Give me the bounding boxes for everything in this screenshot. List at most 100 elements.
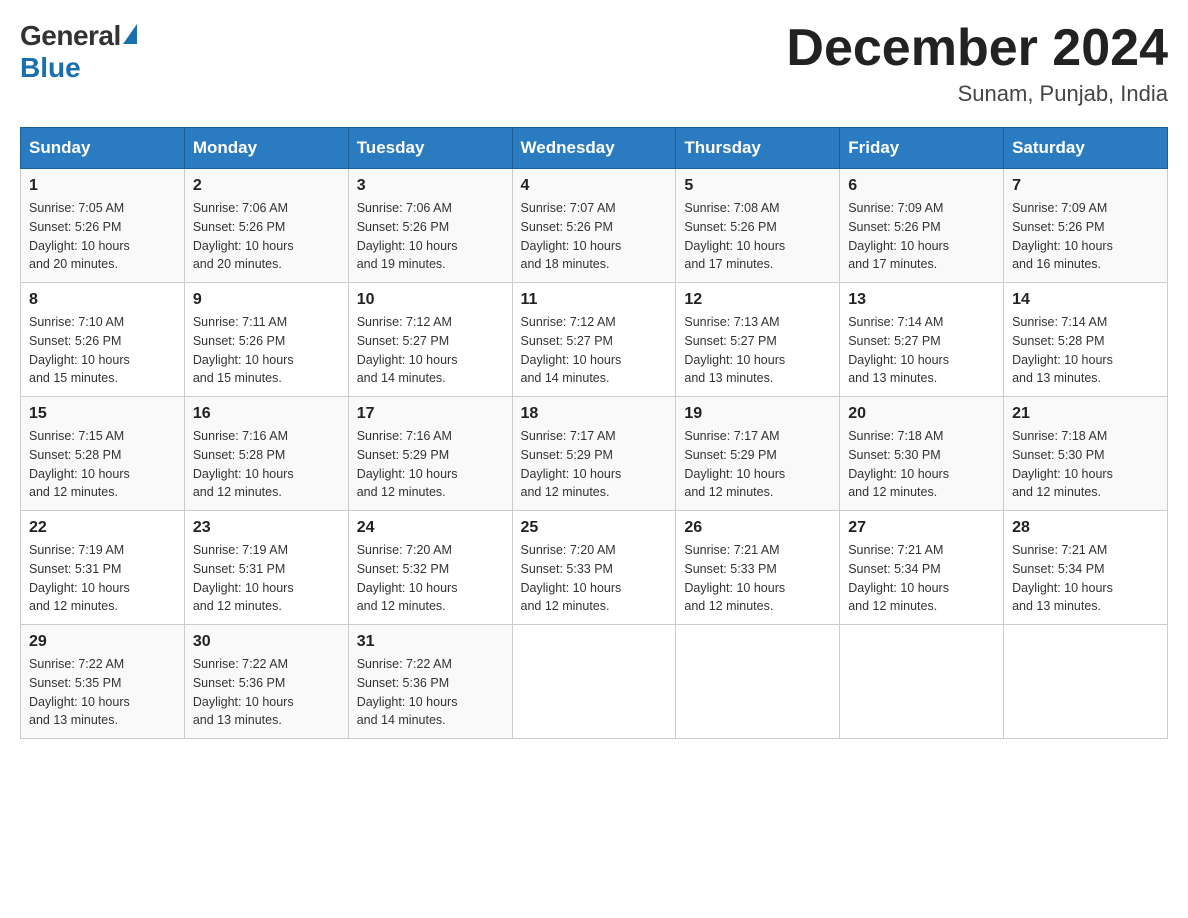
- day-info: Sunrise: 7:20 AM Sunset: 5:33 PM Dayligh…: [521, 541, 668, 616]
- title-block: December 2024 Sunam, Punjab, India: [786, 20, 1168, 107]
- day-number: 26: [684, 519, 831, 537]
- col-monday: Monday: [184, 128, 348, 169]
- table-row: [676, 625, 840, 739]
- day-info: Sunrise: 7:21 AM Sunset: 5:34 PM Dayligh…: [1012, 541, 1159, 616]
- day-info: Sunrise: 7:18 AM Sunset: 5:30 PM Dayligh…: [1012, 427, 1159, 502]
- month-title: December 2024: [786, 20, 1168, 77]
- day-number: 6: [848, 177, 995, 195]
- day-number: 20: [848, 405, 995, 423]
- day-number: 3: [357, 177, 504, 195]
- day-info: Sunrise: 7:19 AM Sunset: 5:31 PM Dayligh…: [29, 541, 176, 616]
- table-row: 30 Sunrise: 7:22 AM Sunset: 5:36 PM Dayl…: [184, 625, 348, 739]
- table-row: 29 Sunrise: 7:22 AM Sunset: 5:35 PM Dayl…: [21, 625, 185, 739]
- table-row: 8 Sunrise: 7:10 AM Sunset: 5:26 PM Dayli…: [21, 283, 185, 397]
- day-info: Sunrise: 7:18 AM Sunset: 5:30 PM Dayligh…: [848, 427, 995, 502]
- calendar-body: 1 Sunrise: 7:05 AM Sunset: 5:26 PM Dayli…: [21, 169, 1168, 739]
- day-number: 5: [684, 177, 831, 195]
- day-number: 15: [29, 405, 176, 423]
- table-row: 31 Sunrise: 7:22 AM Sunset: 5:36 PM Dayl…: [348, 625, 512, 739]
- col-sunday: Sunday: [21, 128, 185, 169]
- table-row: 25 Sunrise: 7:20 AM Sunset: 5:33 PM Dayl…: [512, 511, 676, 625]
- table-row: 28 Sunrise: 7:21 AM Sunset: 5:34 PM Dayl…: [1004, 511, 1168, 625]
- logo-blue-text: Blue: [20, 52, 81, 84]
- table-row: 3 Sunrise: 7:06 AM Sunset: 5:26 PM Dayli…: [348, 169, 512, 283]
- day-number: 10: [357, 291, 504, 309]
- day-number: 24: [357, 519, 504, 537]
- day-info: Sunrise: 7:16 AM Sunset: 5:28 PM Dayligh…: [193, 427, 340, 502]
- day-info: Sunrise: 7:20 AM Sunset: 5:32 PM Dayligh…: [357, 541, 504, 616]
- table-row: 2 Sunrise: 7:06 AM Sunset: 5:26 PM Dayli…: [184, 169, 348, 283]
- day-info: Sunrise: 7:22 AM Sunset: 5:36 PM Dayligh…: [193, 655, 340, 730]
- calendar-table: Sunday Monday Tuesday Wednesday Thursday…: [20, 127, 1168, 739]
- day-info: Sunrise: 7:12 AM Sunset: 5:27 PM Dayligh…: [521, 313, 668, 388]
- table-row: 5 Sunrise: 7:08 AM Sunset: 5:26 PM Dayli…: [676, 169, 840, 283]
- day-number: 18: [521, 405, 668, 423]
- page-header: General Blue December 2024 Sunam, Punjab…: [20, 20, 1168, 107]
- day-info: Sunrise: 7:06 AM Sunset: 5:26 PM Dayligh…: [193, 199, 340, 274]
- day-number: 7: [1012, 177, 1159, 195]
- day-number: 31: [357, 633, 504, 651]
- table-row: 12 Sunrise: 7:13 AM Sunset: 5:27 PM Dayl…: [676, 283, 840, 397]
- day-number: 8: [29, 291, 176, 309]
- day-info: Sunrise: 7:08 AM Sunset: 5:26 PM Dayligh…: [684, 199, 831, 274]
- logo-triangle-icon: [123, 24, 137, 44]
- day-number: 11: [521, 291, 668, 309]
- day-info: Sunrise: 7:19 AM Sunset: 5:31 PM Dayligh…: [193, 541, 340, 616]
- table-row: 6 Sunrise: 7:09 AM Sunset: 5:26 PM Dayli…: [840, 169, 1004, 283]
- table-row: 10 Sunrise: 7:12 AM Sunset: 5:27 PM Dayl…: [348, 283, 512, 397]
- day-info: Sunrise: 7:17 AM Sunset: 5:29 PM Dayligh…: [521, 427, 668, 502]
- day-number: 30: [193, 633, 340, 651]
- table-row: 1 Sunrise: 7:05 AM Sunset: 5:26 PM Dayli…: [21, 169, 185, 283]
- day-info: Sunrise: 7:12 AM Sunset: 5:27 PM Dayligh…: [357, 313, 504, 388]
- location-text: Sunam, Punjab, India: [786, 81, 1168, 107]
- calendar-header: Sunday Monday Tuesday Wednesday Thursday…: [21, 128, 1168, 169]
- table-row: 26 Sunrise: 7:21 AM Sunset: 5:33 PM Dayl…: [676, 511, 840, 625]
- day-info: Sunrise: 7:09 AM Sunset: 5:26 PM Dayligh…: [1012, 199, 1159, 274]
- table-row: 18 Sunrise: 7:17 AM Sunset: 5:29 PM Dayl…: [512, 397, 676, 511]
- day-number: 9: [193, 291, 340, 309]
- logo-general-text: General: [20, 20, 121, 52]
- day-number: 21: [1012, 405, 1159, 423]
- day-info: Sunrise: 7:09 AM Sunset: 5:26 PM Dayligh…: [848, 199, 995, 274]
- table-row: 17 Sunrise: 7:16 AM Sunset: 5:29 PM Dayl…: [348, 397, 512, 511]
- day-info: Sunrise: 7:21 AM Sunset: 5:33 PM Dayligh…: [684, 541, 831, 616]
- table-row: 13 Sunrise: 7:14 AM Sunset: 5:27 PM Dayl…: [840, 283, 1004, 397]
- day-number: 17: [357, 405, 504, 423]
- day-number: 1: [29, 177, 176, 195]
- logo: General Blue: [20, 20, 137, 84]
- table-row: 9 Sunrise: 7:11 AM Sunset: 5:26 PM Dayli…: [184, 283, 348, 397]
- day-number: 22: [29, 519, 176, 537]
- day-info: Sunrise: 7:14 AM Sunset: 5:27 PM Dayligh…: [848, 313, 995, 388]
- col-saturday: Saturday: [1004, 128, 1168, 169]
- col-friday: Friday: [840, 128, 1004, 169]
- day-number: 28: [1012, 519, 1159, 537]
- day-info: Sunrise: 7:21 AM Sunset: 5:34 PM Dayligh…: [848, 541, 995, 616]
- day-number: 16: [193, 405, 340, 423]
- table-row: 15 Sunrise: 7:15 AM Sunset: 5:28 PM Dayl…: [21, 397, 185, 511]
- table-row: 19 Sunrise: 7:17 AM Sunset: 5:29 PM Dayl…: [676, 397, 840, 511]
- day-info: Sunrise: 7:10 AM Sunset: 5:26 PM Dayligh…: [29, 313, 176, 388]
- day-info: Sunrise: 7:13 AM Sunset: 5:27 PM Dayligh…: [684, 313, 831, 388]
- day-number: 13: [848, 291, 995, 309]
- table-row: 23 Sunrise: 7:19 AM Sunset: 5:31 PM Dayl…: [184, 511, 348, 625]
- table-row: [512, 625, 676, 739]
- table-row: 24 Sunrise: 7:20 AM Sunset: 5:32 PM Dayl…: [348, 511, 512, 625]
- day-info: Sunrise: 7:07 AM Sunset: 5:26 PM Dayligh…: [521, 199, 668, 274]
- day-number: 27: [848, 519, 995, 537]
- day-number: 12: [684, 291, 831, 309]
- day-number: 4: [521, 177, 668, 195]
- table-row: 4 Sunrise: 7:07 AM Sunset: 5:26 PM Dayli…: [512, 169, 676, 283]
- day-info: Sunrise: 7:06 AM Sunset: 5:26 PM Dayligh…: [357, 199, 504, 274]
- table-row: 21 Sunrise: 7:18 AM Sunset: 5:30 PM Dayl…: [1004, 397, 1168, 511]
- table-row: 27 Sunrise: 7:21 AM Sunset: 5:34 PM Dayl…: [840, 511, 1004, 625]
- day-info: Sunrise: 7:14 AM Sunset: 5:28 PM Dayligh…: [1012, 313, 1159, 388]
- day-info: Sunrise: 7:17 AM Sunset: 5:29 PM Dayligh…: [684, 427, 831, 502]
- day-number: 19: [684, 405, 831, 423]
- table-row: 22 Sunrise: 7:19 AM Sunset: 5:31 PM Dayl…: [21, 511, 185, 625]
- day-number: 14: [1012, 291, 1159, 309]
- table-row: 14 Sunrise: 7:14 AM Sunset: 5:28 PM Dayl…: [1004, 283, 1168, 397]
- table-row: [840, 625, 1004, 739]
- table-row: [1004, 625, 1168, 739]
- day-number: 29: [29, 633, 176, 651]
- col-tuesday: Tuesday: [348, 128, 512, 169]
